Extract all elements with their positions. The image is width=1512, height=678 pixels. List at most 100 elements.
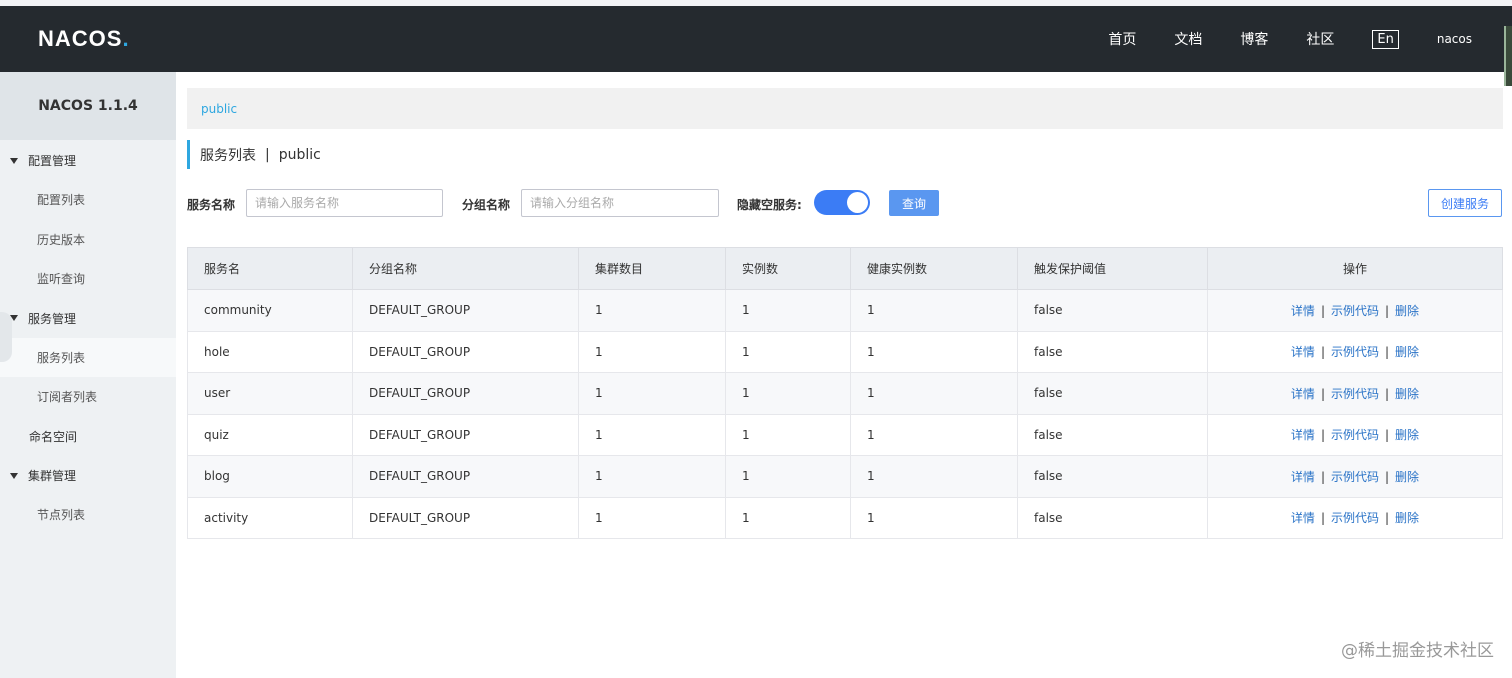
cell-service-name: user	[187, 372, 353, 415]
watermark: @稀土掘金技术社区	[1341, 641, 1494, 661]
detail-link[interactable]: 详情	[1291, 470, 1315, 484]
cell-healthy-count: 1	[850, 289, 1018, 332]
table-row: activity DEFAULT_GROUP 1 1 1 false 详情 | 示例代码 | 删除	[187, 496, 1503, 539]
detail-link[interactable]: 详情	[1291, 511, 1315, 525]
sidebar-collapse-handle[interactable]	[0, 312, 12, 362]
sidebar-item-namespace[interactable]: 命名空间	[0, 417, 176, 457]
delete-link[interactable]: 删除	[1395, 511, 1419, 525]
cell-operations: 详情 | 示例代码 | 删除	[1207, 496, 1503, 539]
cell-healthy-count: 1	[850, 496, 1018, 539]
cell-group-name: DEFAULT_GROUP	[352, 330, 579, 373]
cell-cluster-count: 1	[578, 496, 726, 539]
service-table: 服务名 分组名称 集群数目 实例数 健康实例数 触发保护阈值 操作 commun…	[187, 247, 1503, 539]
nacos-logo[interactable]: NACOS.	[38, 26, 130, 52]
sample-code-link[interactable]: 示例代码	[1331, 428, 1379, 442]
sidebar-item-config-list[interactable]: 配置列表	[0, 180, 176, 220]
cell-healthy-count: 1	[850, 455, 1018, 498]
table-row: user DEFAULT_GROUP 1 1 1 false 详情 | 示例代码 | 删除	[187, 372, 1503, 415]
cell-cluster-count: 1	[578, 289, 726, 332]
query-button[interactable]: 查询	[889, 190, 939, 216]
logo-text: NACOS	[38, 26, 123, 51]
delete-link[interactable]: 删除	[1395, 387, 1419, 401]
user-name[interactable]: nacos	[1437, 32, 1472, 46]
cell-group-name: DEFAULT_GROUP	[352, 455, 579, 498]
cell-threshold: false	[1017, 413, 1208, 456]
delete-link[interactable]: 删除	[1395, 470, 1419, 484]
cell-service-name: blog	[187, 455, 353, 498]
cell-instance-count: 1	[725, 330, 851, 373]
cell-cluster-count: 1	[578, 330, 726, 373]
cell-cluster-count: 1	[578, 413, 726, 456]
group-name-input[interactable]	[521, 189, 719, 217]
logo-dot: .	[122, 26, 130, 51]
table-row: quiz DEFAULT_GROUP 1 1 1 false 详情 | 示例代码 | 删除	[187, 413, 1503, 456]
breadcrumb-namespace[interactable]: public	[201, 102, 237, 116]
hide-empty-label: 隐藏空服务:	[737, 198, 802, 212]
menu-group-cluster[interactable]: 集群管理	[0, 456, 176, 495]
sample-code-link[interactable]: 示例代码	[1331, 304, 1379, 318]
detail-link[interactable]: 详情	[1291, 304, 1315, 318]
scrollbar-thumb[interactable]	[1504, 26, 1512, 86]
sidebar-item-history[interactable]: 历史版本	[0, 220, 176, 260]
cell-service-name: hole	[187, 330, 353, 373]
nav-home[interactable]: 首页	[1108, 29, 1136, 49]
sidebar-item-nodes[interactable]: 节点列表	[0, 495, 176, 535]
service-name-label: 服务名称	[187, 198, 236, 212]
menu-group-service[interactable]: 服务管理	[0, 299, 176, 338]
cell-operations: 详情 | 示例代码 | 删除	[1207, 372, 1503, 415]
service-name-input[interactable]	[246, 189, 443, 217]
detail-link[interactable]: 详情	[1291, 387, 1315, 401]
toggle-knob	[847, 192, 868, 213]
cell-cluster-count: 1	[578, 455, 726, 498]
create-service-button[interactable]: 创建服务	[1428, 189, 1502, 217]
language-switch[interactable]: En	[1372, 29, 1399, 49]
detail-link[interactable]: 详情	[1291, 345, 1315, 359]
cell-group-name: DEFAULT_GROUP	[352, 496, 579, 539]
sample-code-link[interactable]: 示例代码	[1331, 387, 1379, 401]
page-title-sep: |	[265, 146, 270, 163]
cell-threshold: false	[1017, 372, 1208, 415]
cell-service-name: community	[187, 289, 353, 332]
table-header-row: 服务名 分组名称 集群数目 实例数 健康实例数 触发保护阈值 操作	[187, 247, 1503, 290]
cell-group-name: DEFAULT_GROUP	[352, 372, 579, 415]
col-service-name: 服务名	[187, 247, 353, 290]
delete-link[interactable]: 删除	[1395, 345, 1419, 359]
col-healthy-count: 健康实例数	[850, 247, 1018, 290]
nav-community[interactable]: 社区	[1306, 29, 1334, 49]
detail-link[interactable]: 详情	[1291, 428, 1315, 442]
cell-threshold: false	[1017, 496, 1208, 539]
sample-code-link[interactable]: 示例代码	[1331, 511, 1379, 525]
menu-group-config[interactable]: 配置管理	[0, 141, 176, 180]
cell-instance-count: 1	[725, 496, 851, 539]
sidebar-item-service-list[interactable]: 服务列表	[0, 337, 176, 377]
delete-link[interactable]: 删除	[1395, 428, 1419, 442]
op-separator: |	[1320, 345, 1325, 360]
nav-docs[interactable]: 文档	[1174, 29, 1202, 49]
nav-blog[interactable]: 博客	[1240, 29, 1268, 49]
table-row: hole DEFAULT_GROUP 1 1 1 false 详情 | 示例代码 | 删除	[187, 330, 1503, 373]
cell-instance-count: 1	[725, 455, 851, 498]
op-separator: |	[1385, 303, 1390, 318]
col-cluster-count: 集群数目	[578, 247, 726, 290]
cell-healthy-count: 1	[850, 372, 1018, 415]
caret-down-icon	[10, 157, 18, 164]
sample-code-link[interactable]: 示例代码	[1331, 470, 1379, 484]
table-row: blog DEFAULT_GROUP 1 1 1 false 详情 | 示例代码 | 删除	[187, 455, 1503, 498]
sidebar-item-listener[interactable]: 监听查询	[0, 259, 176, 299]
cell-instance-count: 1	[725, 289, 851, 332]
cell-instance-count: 1	[725, 413, 851, 456]
cell-operations: 详情 | 示例代码 | 删除	[1207, 289, 1503, 332]
cell-cluster-count: 1	[578, 372, 726, 415]
top-navbar: NACOS. 首页 文档 博客 社区 En nacos	[0, 6, 1512, 86]
top-nav: 首页 文档 博客 社区 En nacos	[1108, 6, 1512, 72]
hide-empty-toggle[interactable]	[814, 190, 870, 215]
cell-healthy-count: 1	[850, 330, 1018, 373]
delete-link[interactable]: 删除	[1395, 304, 1419, 318]
breadcrumb: public	[187, 88, 1503, 129]
cell-service-name: activity	[187, 496, 353, 539]
sidebar-item-subscribers[interactable]: 订阅者列表	[0, 377, 176, 417]
sidebar: NACOS 1.1.4 配置管理 配置列表 历史版本 监听查询 服务管理 服务列…	[0, 72, 176, 678]
cell-threshold: false	[1017, 455, 1208, 498]
sample-code-link[interactable]: 示例代码	[1331, 345, 1379, 359]
col-group-name: 分组名称	[352, 247, 579, 290]
